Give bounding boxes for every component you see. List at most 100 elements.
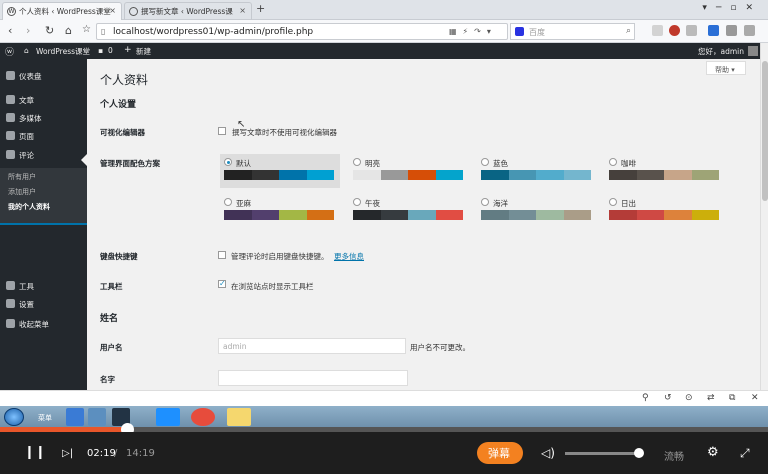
swatch	[636, 170, 664, 180]
start-button[interactable]	[4, 408, 24, 426]
scroll-thumb[interactable]	[762, 61, 768, 201]
volume-slider[interactable]	[565, 448, 644, 458]
sidebar-item-0[interactable]: 仪表盘	[0, 67, 87, 85]
sidebar-item-3[interactable]: 页面	[0, 127, 87, 145]
sidebar-item-9[interactable]: 设置	[0, 295, 87, 313]
close-tab-icon[interactable]: ×	[239, 6, 246, 15]
visual-editor-checkbox[interactable]	[218, 127, 226, 135]
submenu-all-users[interactable]: 所有用户	[8, 172, 36, 182]
bookmark-star-icon[interactable]: ☆	[82, 24, 91, 35]
page-info-icon: ▯	[101, 27, 106, 36]
sidebar-item-1[interactable]: 文章	[0, 91, 87, 109]
list-icon[interactable]	[652, 25, 663, 36]
avatar[interactable]	[748, 46, 758, 56]
word-icon[interactable]	[708, 25, 719, 36]
help-button[interactable]: 帮助 ▾	[706, 61, 746, 75]
site-name[interactable]: WordPress课堂	[36, 46, 90, 57]
scheme-radio[interactable]	[609, 158, 617, 166]
scheme-radio[interactable]	[353, 198, 361, 206]
color-scheme-option[interactable]: 明亮	[349, 154, 469, 188]
home-icon[interactable]: ⌂	[65, 24, 72, 37]
username-field: admin	[218, 338, 406, 354]
menu-icon[interactable]	[744, 25, 755, 36]
swatch	[306, 210, 334, 220]
screenshot-icon[interactable]: ⊙	[685, 393, 693, 403]
extension-icon[interactable]	[686, 25, 697, 36]
reload-icon[interactable]: ↻	[45, 24, 54, 37]
download-icon[interactable]	[726, 25, 737, 36]
sidebar-item-8[interactable]: 工具	[0, 277, 87, 295]
comment-count[interactable]: 0	[108, 46, 113, 55]
wordpress-logo-icon[interactable]: ⓦ	[5, 45, 14, 58]
copy-icon[interactable]: ⧉	[729, 393, 735, 403]
screen-icon[interactable]	[88, 408, 106, 426]
browser-taskbar-icon[interactable]	[191, 408, 215, 426]
howdy-account[interactable]: 您好，admin	[698, 46, 744, 57]
desktop-icon[interactable]	[66, 408, 84, 426]
pause-icon[interactable]: ❙❙	[24, 445, 46, 460]
sidebar-item-4[interactable]: 评论	[0, 146, 87, 164]
sidebar-item-label: 设置	[19, 300, 34, 309]
back-icon[interactable]: ‹	[8, 24, 12, 37]
pin-icon[interactable]: ⚲	[642, 393, 649, 403]
volume-knob[interactable]	[633, 448, 644, 458]
color-scheme-option[interactable]: 午夜	[349, 194, 469, 228]
start-menu-label[interactable]: 菜单	[38, 413, 52, 423]
scheme-radio[interactable]	[224, 158, 232, 166]
word-taskbar-icon[interactable]	[156, 408, 180, 426]
scheme-radio[interactable]	[481, 158, 489, 166]
submenu-my-profile[interactable]: 我的个人资料	[8, 202, 50, 212]
more-info-link[interactable]: 更多信息	[334, 251, 364, 262]
color-scheme-option[interactable]: 蓝色	[477, 154, 597, 188]
swatch	[251, 210, 279, 220]
new-menu[interactable]: 新建	[136, 46, 151, 57]
toolbar-checkbox[interactable]: ✓	[218, 280, 226, 288]
folder-taskbar-icon[interactable]	[227, 408, 251, 426]
scheme-radio[interactable]	[353, 158, 361, 166]
next-icon[interactable]: ▷|	[62, 448, 73, 459]
scheme-radio[interactable]	[609, 198, 617, 206]
danmu-button[interactable]: 弹幕	[477, 442, 523, 464]
rotate-icon[interactable]: ↺	[664, 393, 672, 403]
swatch	[664, 210, 692, 220]
fullscreen-icon[interactable]: ⤢	[740, 446, 750, 461]
plus-icon[interactable]: +	[124, 45, 132, 55]
submenu-add-user[interactable]: 添加用户	[8, 187, 36, 197]
color-scheme-option[interactable]: 日出	[605, 194, 725, 228]
sidebar-item-10[interactable]: 收起菜单	[0, 315, 87, 333]
scheme-radio[interactable]	[481, 198, 489, 206]
settings-icon[interactable]: ⚙	[707, 445, 719, 460]
swatch	[691, 170, 719, 180]
color-scheme-option[interactable]: 亚麻	[220, 194, 340, 228]
opera-icon[interactable]	[669, 25, 680, 36]
scheme-radio[interactable]	[224, 198, 232, 206]
search-box[interactable]: 百度 ⌕	[510, 23, 635, 40]
firstname-label: 名字	[100, 375, 115, 384]
volume-icon[interactable]: ◁)	[541, 446, 555, 460]
sidebar-item-2[interactable]: 多媒体	[0, 109, 87, 127]
wrench-icon	[6, 281, 15, 290]
quality-button[interactable]: 流畅	[664, 448, 684, 463]
switch-icon[interactable]: ⇄	[707, 393, 715, 403]
color-scheme-option[interactable]: 海洋	[477, 194, 597, 228]
address-bar[interactable]: ▯ localhost/wordpress01/wp-admin/profile…	[96, 23, 508, 40]
swatch	[380, 210, 408, 220]
scheme-name: 默认	[236, 159, 251, 168]
tab-new-post[interactable]: 撰写新文章 ‹ WordPress课 ×	[124, 2, 252, 20]
close-icon[interactable]: ✕	[751, 393, 759, 403]
firstname-field[interactable]	[218, 370, 408, 386]
color-scheme-option[interactable]: 默认	[220, 154, 340, 188]
swatch	[408, 210, 436, 220]
page-scrollbar[interactable]	[760, 43, 768, 390]
comment-bubble-icon[interactable]: ▪	[98, 46, 103, 55]
keyboard-shortcuts-checkbox[interactable]	[218, 251, 226, 259]
window-controls[interactable]: ▾─▫✕	[702, 3, 762, 13]
search-icon[interactable]: ⌕	[626, 26, 631, 36]
tab-profile[interactable]: W 个人资料 ‹ WordPress课堂 ×	[2, 2, 122, 20]
address-tools-icon[interactable]: ▦⚡↷▾	[449, 27, 497, 36]
scheme-swatches	[481, 210, 591, 220]
close-tab-icon[interactable]: ×	[109, 6, 116, 15]
new-tab-button[interactable]: +	[256, 2, 265, 15]
forward-icon[interactable]: ›	[26, 24, 30, 37]
color-scheme-option[interactable]: 咖啡	[605, 154, 725, 188]
